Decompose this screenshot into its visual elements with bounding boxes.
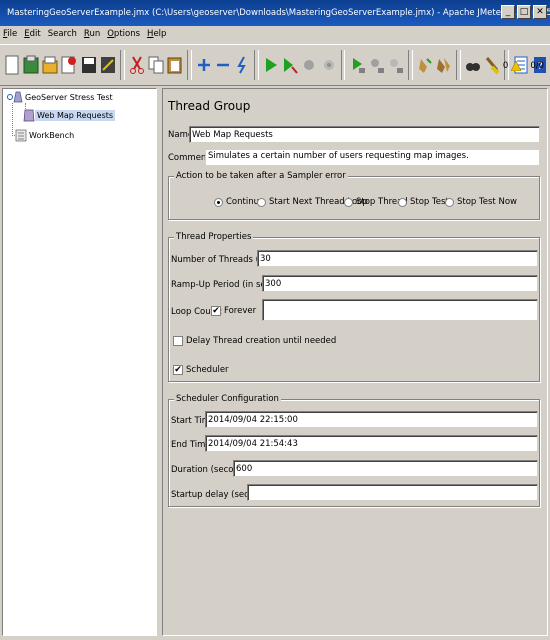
scheduler-configuration-group: Scheduler Configuration Start Time End T… (168, 394, 540, 507)
reset-search-icon[interactable] (483, 50, 501, 80)
status-area: 0 0/0 (503, 61, 544, 71)
paste-icon[interactable] (166, 50, 184, 80)
stop-icon[interactable] (300, 50, 318, 80)
start-no-pauses-icon[interactable] (281, 50, 299, 80)
menu-options[interactable]: Options (107, 29, 140, 39)
thread-properties-legend: Thread Properties (174, 232, 254, 242)
toolbar-separator (455, 50, 461, 80)
threads-field[interactable] (257, 250, 538, 267)
toolbar-separator (407, 50, 413, 80)
splitter[interactable] (158, 88, 161, 636)
radio-button-icon (257, 197, 266, 207)
loop-count-field[interactable] (262, 299, 538, 321)
remote-start-icon[interactable] (348, 50, 366, 80)
window-title: MasteringGeoServerExample.jmx (C:\Users\… (7, 8, 550, 18)
collapse-icon[interactable] (214, 50, 232, 80)
jmeter-window: MasteringGeoServerExample.jmx (C:\Users\… (0, 0, 550, 640)
remote-stop-icon[interactable] (368, 50, 386, 80)
expand-icon[interactable] (195, 50, 213, 80)
delay-thread-creation-checkbox[interactable]: Delay Thread creation until needed (173, 336, 336, 346)
scheduler-configuration-legend: Scheduler Configuration (174, 394, 281, 404)
startup-delay-field[interactable] (247, 484, 538, 501)
scheduler-checkbox[interactable]: ✔ Scheduler (173, 365, 229, 375)
duration-field[interactable] (233, 460, 538, 477)
radio-button-icon (445, 197, 454, 207)
minimize-button[interactable]: _ (501, 5, 515, 19)
start-time-field[interactable] (205, 411, 538, 428)
menu-edit[interactable]: Edit (24, 29, 40, 39)
toggle-icon[interactable] (233, 50, 251, 80)
end-time-field[interactable] (205, 435, 538, 452)
start-icon[interactable] (262, 50, 280, 80)
close-icon[interactable] (60, 50, 78, 80)
checkbox-checked-icon: ✔ (173, 364, 183, 375)
thread-properties-group: Thread Properties Number of Threads (use… (168, 232, 540, 382)
checkbox-checked-icon: ✔ (211, 305, 221, 316)
toolbar: ? 0 0/0 (0, 44, 550, 86)
menu-file[interactable]: File (3, 29, 17, 39)
warning-icon[interactable] (511, 61, 522, 71)
cut-icon[interactable] (128, 50, 146, 80)
save-screenshot-icon[interactable] (99, 50, 117, 80)
title-bar: MasteringGeoServerExample.jmx (C:\Users\… (0, 0, 550, 26)
clear-all-icon[interactable] (435, 50, 453, 80)
radio-button-icon (214, 197, 223, 207)
new-icon[interactable] (3, 50, 21, 80)
thread-group-icon (23, 109, 35, 122)
tree-item-workbench[interactable]: WorkBench (15, 129, 76, 142)
panel-title: Thread Group (168, 99, 251, 113)
maximize-button[interactable]: □ (517, 5, 531, 19)
thread-group-panel: Thread Group Name: Comments: Simulates a… (162, 88, 548, 636)
tree-item-test-plan[interactable]: GeoServer Stress Test (7, 91, 115, 103)
menu-help[interactable]: Help (147, 29, 166, 39)
sampler-error-group: Action to be taken after a Sampler error… (168, 171, 540, 220)
radio-button-icon (344, 197, 353, 207)
radio-stop-test-now[interactable]: Stop Test Now (445, 197, 517, 207)
menu-run[interactable]: Run (84, 29, 100, 39)
save-icon[interactable] (80, 50, 98, 80)
copy-icon[interactable] (147, 50, 165, 80)
forever-checkbox[interactable]: ✔ Forever (211, 306, 256, 316)
menu-bar: File Edit Search Run Options Help (0, 26, 550, 42)
thread-count: 0/0 (530, 61, 544, 71)
radio-button-icon (398, 197, 407, 207)
remote-shutdown-icon[interactable] (387, 50, 405, 80)
toolbar-separator (186, 50, 192, 80)
toolbar-separator (119, 50, 125, 80)
workbench-icon (15, 129, 27, 142)
shutdown-icon[interactable] (319, 50, 337, 80)
radio-stop-test[interactable]: Stop Test (398, 197, 449, 207)
toolbar-separator (254, 50, 260, 80)
menu-search[interactable]: Search (48, 29, 77, 39)
clear-icon[interactable] (416, 50, 434, 80)
name-field[interactable] (189, 126, 540, 143)
close-window-button[interactable]: ✕ (533, 5, 547, 19)
templates-icon[interactable] (22, 50, 40, 80)
error-count: 0 (502, 61, 509, 71)
sampler-error-legend: Action to be taken after a Sampler error (174, 171, 348, 181)
rampup-field[interactable] (262, 275, 538, 292)
test-plan-tree: GeoServer Stress Test Web Map Requests W… (2, 88, 157, 636)
checkbox-unchecked-icon (173, 336, 183, 346)
test-plan-icon (7, 91, 23, 103)
tree-connector (12, 103, 13, 136)
comments-field[interactable]: Simulates a certain number of users requ… (205, 149, 540, 166)
toolbar-separator (340, 50, 346, 80)
tree-item-web-map-requests[interactable]: Web Map Requests (23, 109, 116, 122)
search-icon[interactable] (464, 50, 482, 80)
open-icon[interactable] (41, 50, 59, 80)
